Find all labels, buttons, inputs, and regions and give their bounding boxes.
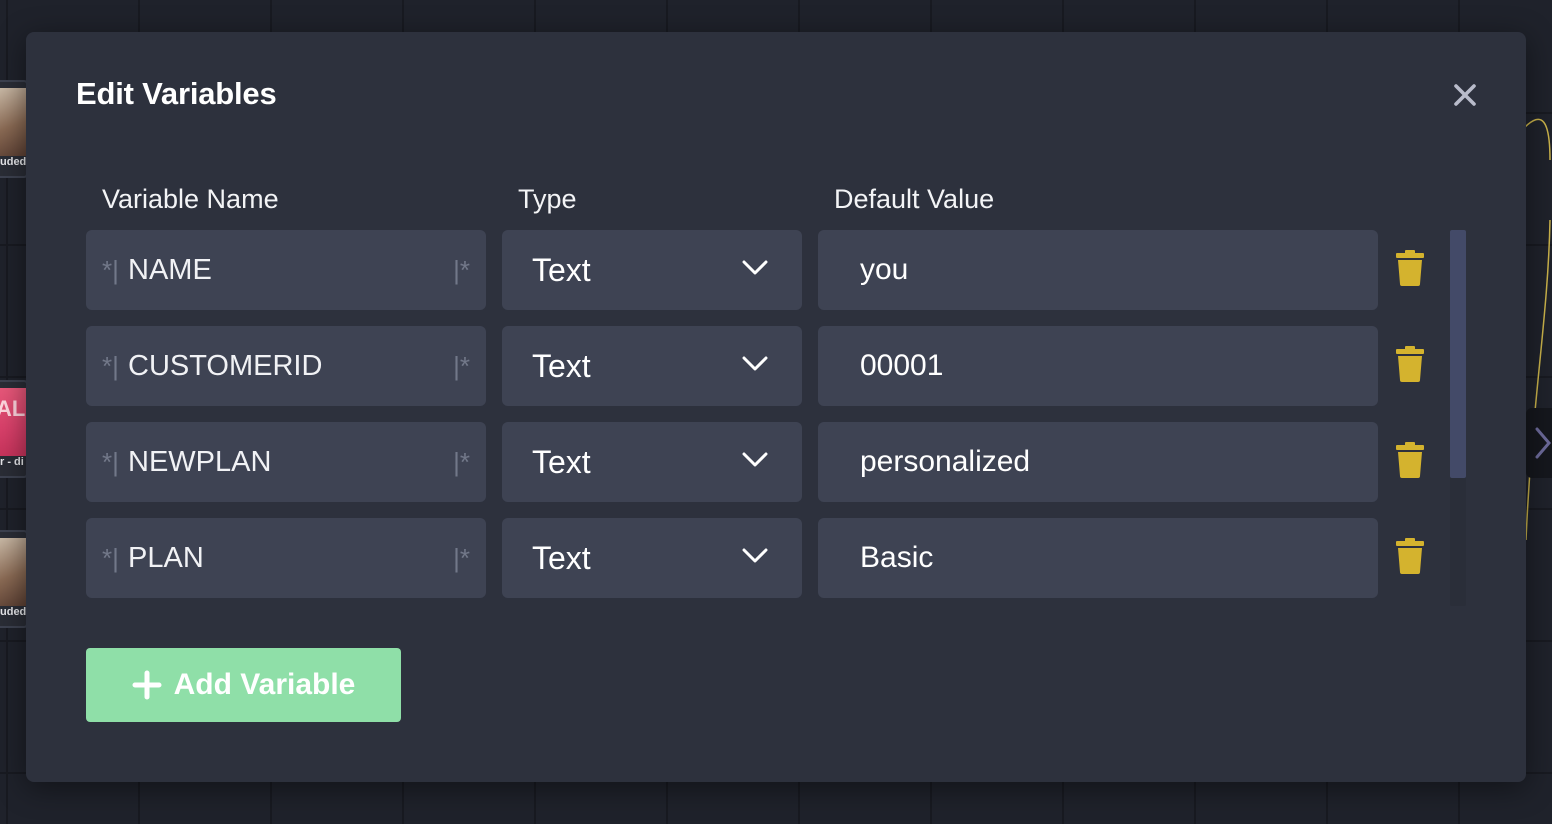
type-select-value: Text	[532, 540, 591, 576]
variable-name-input[interactable]: *| CUSTOMERID |*	[86, 326, 486, 406]
trash-icon	[1396, 346, 1424, 382]
merge-tag-open: *|	[102, 447, 119, 477]
background-node-card: uded	[0, 530, 28, 628]
type-select[interactable]: Text	[502, 230, 802, 310]
modal-title: Edit Variables	[76, 76, 277, 111]
node-caption: uded	[0, 156, 26, 168]
variable-name-value: NAME	[128, 254, 212, 286]
node-caption: uded	[0, 606, 26, 618]
merge-tag-open: *|	[102, 543, 119, 573]
connector-line	[1523, 118, 1551, 541]
variable-name-input[interactable]: *| NAME |*	[86, 230, 486, 310]
type-select-value: Text	[532, 444, 591, 480]
default-value-input[interactable]: 00001	[818, 326, 1378, 406]
variable-row: *| PLAN |* Text Basic	[86, 518, 1446, 598]
edit-variables-modal: Edit Variables Variable Name Type Defaul…	[26, 32, 1526, 782]
node-caption: r - di	[0, 456, 24, 468]
node-thumbnail-text: ALE	[0, 396, 26, 421]
background-node-card: uded	[0, 80, 28, 178]
column-header-variable-name: Variable Name	[102, 184, 279, 214]
default-value-input[interactable]: you	[818, 230, 1378, 310]
chevron-down-icon	[742, 356, 768, 371]
type-select[interactable]: Text	[502, 518, 802, 598]
add-variable-button[interactable]: Add Variable	[86, 648, 401, 722]
default-value-input[interactable]: personalized	[818, 422, 1378, 502]
close-button[interactable]	[1448, 78, 1482, 112]
default-value-input[interactable]: Basic	[818, 518, 1378, 598]
variable-row: *| CUSTOMERID |* Text 00001	[86, 326, 1446, 406]
delete-variable-button[interactable]	[1396, 346, 1428, 386]
add-variable-label: Add Variable	[173, 668, 356, 701]
variable-row: *| NEWPLAN |* Text personalized	[86, 422, 1446, 502]
trash-icon	[1396, 538, 1424, 574]
panel-expand-tab[interactable]	[1526, 408, 1552, 478]
node-thumbnail	[0, 88, 26, 156]
merge-tag-close: |*	[453, 255, 470, 285]
variable-name-input[interactable]: *| NEWPLAN |*	[86, 422, 486, 502]
scrollbar-thumb[interactable]	[1450, 230, 1466, 478]
chevron-down-icon	[742, 548, 768, 563]
merge-tag-open: *|	[102, 351, 119, 381]
merge-tag-open: *|	[102, 255, 119, 285]
type-select[interactable]: Text	[502, 326, 802, 406]
variable-name-input[interactable]: *| PLAN |*	[86, 518, 486, 598]
variables-scrollbar[interactable]	[1450, 230, 1466, 606]
type-select-value: Text	[532, 252, 591, 288]
close-icon	[1454, 84, 1476, 106]
delete-variable-button[interactable]	[1396, 250, 1428, 290]
variable-row: *| NAME |* Text you	[86, 230, 1446, 310]
variable-name-value: CUSTOMERID	[128, 350, 323, 382]
merge-tag-close: |*	[453, 447, 470, 477]
column-header-type: Type	[518, 184, 577, 214]
type-select[interactable]: Text	[502, 422, 802, 502]
column-header-default-value: Default Value	[834, 184, 995, 214]
plus-icon	[132, 670, 162, 700]
variables-list: *| NAME |* Text you *| CUSTOMERID |* Tex…	[86, 230, 1446, 614]
trash-icon	[1396, 250, 1424, 286]
default-value-text: you	[860, 253, 909, 286]
background-node-card: ALE r - di	[0, 380, 28, 478]
chevron-down-icon	[742, 260, 768, 275]
merge-tag-close: |*	[453, 543, 470, 573]
delete-variable-button[interactable]	[1396, 538, 1428, 578]
node-thumbnail: ALE	[0, 388, 26, 456]
chevron-right-icon	[1535, 427, 1551, 459]
variable-name-value: PLAN	[128, 542, 204, 574]
delete-variable-button[interactable]	[1396, 442, 1428, 482]
chevron-down-icon	[742, 452, 768, 467]
default-value-text: Basic	[860, 541, 934, 574]
merge-tag-close: |*	[453, 351, 470, 381]
default-value-text: personalized	[860, 445, 1031, 478]
variable-name-value: NEWPLAN	[128, 446, 272, 478]
node-thumbnail	[0, 538, 26, 606]
trash-icon	[1396, 442, 1424, 478]
default-value-text: 00001	[860, 349, 944, 382]
type-select-value: Text	[532, 348, 591, 384]
